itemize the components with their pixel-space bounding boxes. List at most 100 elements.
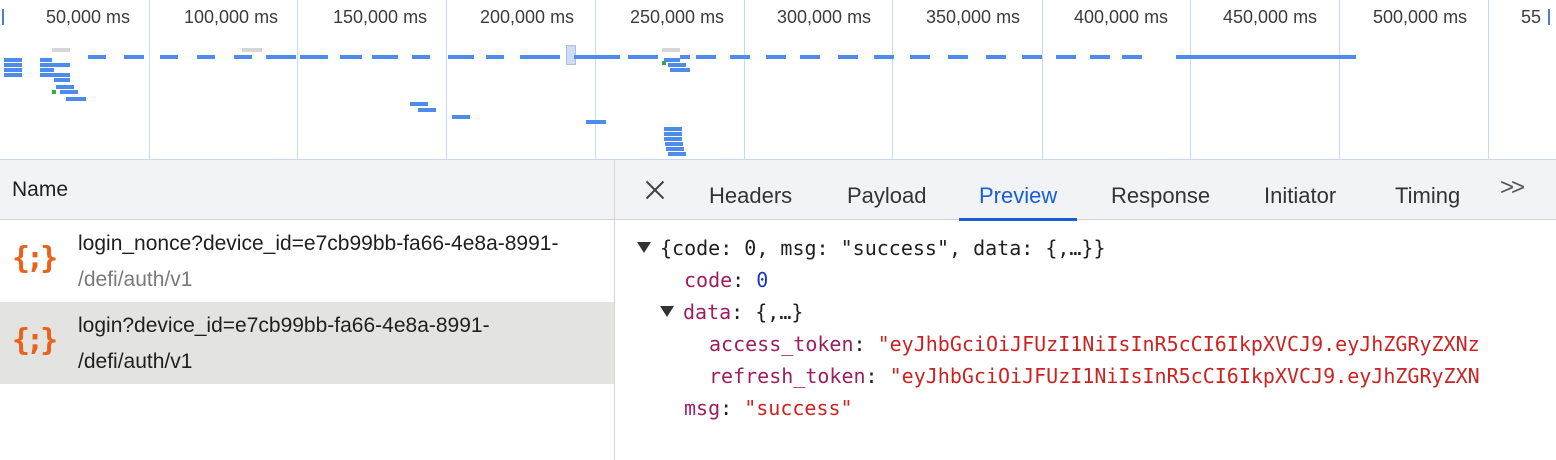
request-timing-bar (66, 97, 86, 101)
name-column-label: Name (12, 177, 69, 201)
request-timing-bar (4, 68, 22, 72)
request-timing-bar (418, 108, 436, 112)
request-timing-bar (300, 55, 328, 59)
request-timing-bar (40, 63, 52, 67)
tab-timing[interactable]: Timing (1395, 160, 1460, 220)
request-timing-bar (52, 90, 56, 94)
request-timing-bar (40, 73, 52, 77)
json-code-line: code: 0 (684, 268, 769, 292)
json-key: refresh_token (709, 364, 866, 388)
request-timing-bar (800, 55, 820, 59)
gridline (744, 0, 745, 159)
time-tick: 200,000 ms (480, 7, 575, 27)
request-timing-bar (696, 55, 716, 59)
tab-preview[interactable]: Preview (958, 160, 1078, 221)
json-request-icon: {;} (12, 323, 58, 358)
request-timing-bar (372, 55, 398, 59)
request-timing-bar (838, 55, 858, 59)
request-timing-bar (266, 55, 296, 59)
json-value: "success" (744, 396, 853, 420)
request-timing-bar (665, 142, 683, 146)
tab-response[interactable]: Response (1111, 160, 1210, 220)
request-timing-bar (664, 127, 682, 131)
request-row-login-nonce[interactable]: {;} login_nonce?device_id=e7cb99bb-fa66-… (0, 220, 614, 302)
request-timing-bar (242, 48, 262, 52)
expand-triangle-icon[interactable] (660, 306, 674, 317)
request-timing-bar (197, 55, 215, 59)
gridline (892, 0, 893, 159)
time-tick: 250,000 ms (630, 7, 725, 27)
expand-triangle-icon[interactable] (637, 242, 651, 253)
request-timing-bar (452, 115, 470, 119)
request-timing-bar (910, 55, 930, 59)
more-tabs-chevron-icon[interactable]: >> (1500, 174, 1525, 202)
json-key: code (684, 268, 733, 292)
request-timing-bar (88, 55, 106, 59)
request-timing-bar (1056, 55, 1076, 59)
json-key: access_token (709, 332, 854, 356)
request-timing-bar (4, 58, 22, 62)
request-path: /defi/auth/v1 (78, 268, 193, 291)
time-tick: 400,000 ms (1074, 7, 1169, 27)
request-timing-bar (448, 55, 474, 59)
time-tick: 100,000 ms (184, 7, 279, 27)
request-timing-bar (586, 120, 606, 124)
request-timing-bar (668, 152, 686, 156)
json-msg-line: msg: "success" (684, 396, 853, 420)
request-timing-bar (668, 63, 686, 67)
details-tabbar: Headers Payload Preview Response Initiat… (615, 160, 1556, 221)
time-tick: 350,000 ms (926, 7, 1021, 27)
request-timing-bar (766, 55, 786, 59)
request-timing-bar (662, 61, 666, 65)
overview-right-handle[interactable] (1548, 9, 1550, 25)
gridline (1339, 0, 1340, 159)
request-timing-bar (412, 55, 430, 59)
json-value: "eyJhbGciOiJFUzI1NiIsInR5cCI6IkpXVCJ9.ey… (877, 332, 1480, 356)
json-key: data (683, 300, 732, 324)
json-root-line[interactable]: {code: 0, msg: "success", data: {,…}} (637, 234, 1106, 262)
request-timing-bar (670, 68, 690, 72)
request-timing-bar (124, 55, 144, 59)
gridline (446, 0, 447, 159)
request-timing-bar (1122, 55, 1142, 59)
request-timing-bar (666, 147, 684, 151)
tab-payload[interactable]: Payload (847, 160, 927, 220)
overview-left-handle[interactable] (2, 9, 4, 25)
name-column-header[interactable]: Name (0, 160, 614, 220)
tab-initiator[interactable]: Initiator (1264, 160, 1336, 220)
tab-headers[interactable]: Headers (709, 160, 792, 220)
request-timing-bar (662, 48, 680, 52)
request-timing-bar (52, 63, 70, 67)
json-value: {,…} (755, 300, 804, 324)
request-timing-bar (628, 55, 658, 59)
request-timing-bar (40, 58, 52, 62)
request-timing-bar (160, 55, 178, 59)
request-name: login_nonce?device_id=e7cb99bb-fa66-4e8a… (78, 232, 559, 255)
network-overview-timeline[interactable]: 50,000 ms 100,000 ms 150,000 ms 200,000 … (0, 0, 1556, 160)
gridline (1190, 0, 1191, 159)
gridline (595, 0, 596, 159)
request-row-login[interactable]: {;} login?device_id=e7cb99bb-fa66-4e8a-8… (0, 302, 614, 384)
json-access-token-line: access_token: "eyJhbGciOiJFUzI1NiIsInR5c… (709, 332, 1480, 356)
request-timing-bar (340, 55, 362, 59)
request-timing-bar (40, 68, 54, 72)
request-name: login?device_id=e7cb99bb-fa66-4e8a-8991- (78, 314, 490, 337)
close-icon[interactable] (641, 176, 669, 204)
time-tick: 500,000 ms (1373, 7, 1468, 27)
time-tick: 50,000 ms (46, 7, 131, 27)
json-data-line[interactable]: data: {,…} (660, 298, 803, 326)
request-timing-bar (520, 55, 560, 59)
request-list-pane: Name {;} login_nonce?device_id=e7cb99bb-… (0, 160, 615, 460)
request-timing-bar (56, 85, 74, 89)
gridline (1042, 0, 1043, 159)
gridline (1488, 0, 1489, 159)
request-timing-bar (4, 73, 22, 77)
request-timing-bar (574, 55, 620, 59)
json-value: "eyJhbGciOiJFUzI1NiIsInR5cCI6IkpXVCJ9.ey… (889, 364, 1480, 388)
time-tick: 150,000 ms (333, 7, 428, 27)
request-timing-bar (664, 58, 680, 62)
request-timing-bar (1090, 55, 1110, 59)
json-refresh-token-line: refresh_token: "eyJhbGciOiJFUzI1NiIsInR5… (709, 364, 1480, 388)
request-timing-bar (410, 102, 428, 106)
request-timing-bar (986, 55, 1006, 59)
